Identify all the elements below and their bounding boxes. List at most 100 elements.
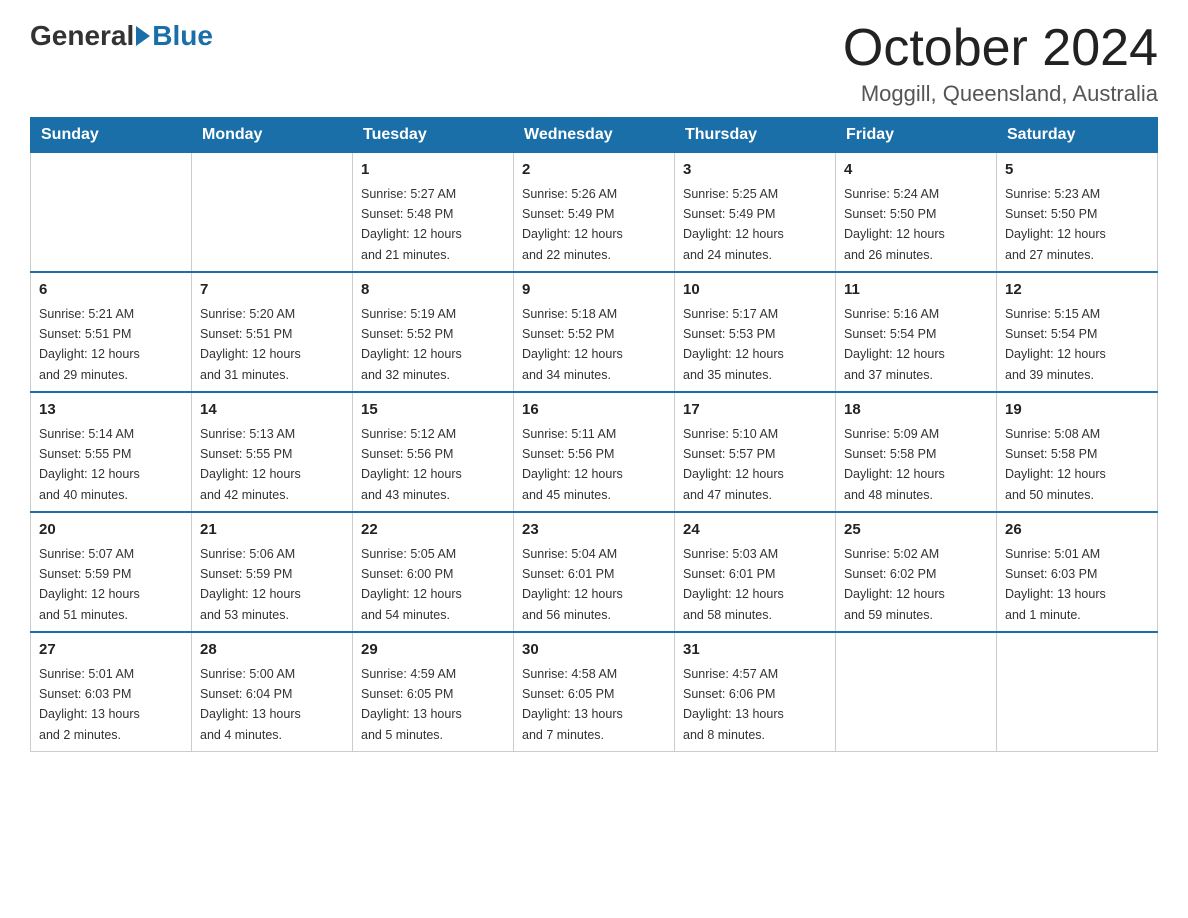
day-info: Sunrise: 5:03 AMSunset: 6:01 PMDaylight:…: [683, 547, 784, 622]
calendar-week-row: 1 Sunrise: 5:27 AMSunset: 5:48 PMDaylight…: [31, 153, 1158, 273]
day-number: 2: [522, 159, 666, 182]
calendar-cell: 6Sunrise: 5:21 AMSunset: 5:51 PMDaylight…: [31, 272, 192, 392]
day-info: Sunrise: 5:17 AMSunset: 5:53 PMDaylight:…: [683, 307, 784, 382]
calendar-cell: [31, 153, 192, 273]
day-info: Sunrise: 5:20 AMSunset: 5:51 PMDaylight:…: [200, 307, 301, 382]
calendar-cell: [997, 632, 1158, 752]
day-info: Sunrise: 4:57 AMSunset: 6:06 PMDaylight:…: [683, 667, 784, 742]
calendar-cell: 1 Sunrise: 5:27 AMSunset: 5:48 PMDaylight…: [353, 153, 514, 273]
day-number: 5: [1005, 159, 1149, 182]
day-info: Sunrise: 5:19 AMSunset: 5:52 PMDaylight:…: [361, 307, 462, 382]
calendar-cell: 16Sunrise: 5:11 AMSunset: 5:56 PMDayligh…: [514, 392, 675, 512]
day-number: 30: [522, 639, 666, 662]
day-number: 8: [361, 279, 505, 302]
day-number: 24: [683, 519, 827, 542]
logo-general-text: General: [30, 20, 134, 52]
calendar-cell: 2 Sunrise: 5:26 AMSunset: 5:49 PMDaylight…: [514, 153, 675, 273]
calendar-cell: 30 Sunrise: 4:58 AMSunset: 6:05 PMDayligh…: [514, 632, 675, 752]
calendar-header-thursday: Thursday: [675, 118, 836, 153]
calendar-header-sunday: Sunday: [31, 118, 192, 153]
day-number: 4: [844, 159, 988, 182]
day-info: Sunrise: 5:05 AMSunset: 6:00 PMDaylight:…: [361, 547, 462, 622]
calendar-cell: 20Sunrise: 5:07 AMSunset: 5:59 PMDayligh…: [31, 512, 192, 632]
day-info: Sunrise: 5:14 AMSunset: 5:55 PMDaylight:…: [39, 427, 140, 502]
day-info: Sunrise: 5:12 AMSunset: 5:56 PMDaylight:…: [361, 427, 462, 502]
calendar-cell: 9 Sunrise: 5:18 AMSunset: 5:52 PMDaylight…: [514, 272, 675, 392]
logo-blue-text: Blue: [152, 20, 213, 52]
calendar-cell: 29Sunrise: 4:59 AMSunset: 6:05 PMDayligh…: [353, 632, 514, 752]
calendar-week-row: 6Sunrise: 5:21 AMSunset: 5:51 PMDaylight…: [31, 272, 1158, 392]
day-info: Sunrise: 5:04 AMSunset: 6:01 PMDaylight:…: [522, 547, 623, 622]
day-number: 28: [200, 639, 344, 662]
day-number: 19: [1005, 399, 1149, 422]
calendar-week-row: 27 Sunrise: 5:01 AMSunset: 6:03 PMDayligh…: [31, 632, 1158, 752]
day-number: 27: [39, 639, 183, 662]
day-number: 25: [844, 519, 988, 542]
day-number: 23: [522, 519, 666, 542]
day-info: Sunrise: 5:24 AMSunset: 5:50 PMDaylight:…: [844, 187, 945, 262]
calendar-header-row: SundayMondayTuesdayWednesdayThursdayFrid…: [31, 118, 1158, 153]
calendar-cell: 7Sunrise: 5:20 AMSunset: 5:51 PMDaylight…: [192, 272, 353, 392]
day-info: Sunrise: 5:16 AMSunset: 5:54 PMDaylight:…: [844, 307, 945, 382]
calendar-header-monday: Monday: [192, 118, 353, 153]
day-number: 20: [39, 519, 183, 542]
day-number: 6: [39, 279, 183, 302]
calendar-cell: 15Sunrise: 5:12 AMSunset: 5:56 PMDayligh…: [353, 392, 514, 512]
calendar-cell: 8 Sunrise: 5:19 AMSunset: 5:52 PMDaylight…: [353, 272, 514, 392]
day-info: Sunrise: 5:13 AMSunset: 5:55 PMDaylight:…: [200, 427, 301, 502]
calendar-header-friday: Friday: [836, 118, 997, 153]
day-number: 9: [522, 279, 666, 302]
day-number: 13: [39, 399, 183, 422]
day-number: 22: [361, 519, 505, 542]
calendar-cell: 5 Sunrise: 5:23 AMSunset: 5:50 PMDaylight…: [997, 153, 1158, 273]
calendar-header-tuesday: Tuesday: [353, 118, 514, 153]
day-number: 26: [1005, 519, 1149, 542]
day-number: 11: [844, 279, 988, 302]
calendar-cell: 3Sunrise: 5:25 AMSunset: 5:49 PMDaylight…: [675, 153, 836, 273]
day-info: Sunrise: 5:11 AMSunset: 5:56 PMDaylight:…: [522, 427, 623, 502]
day-info: Sunrise: 5:10 AMSunset: 5:57 PMDaylight:…: [683, 427, 784, 502]
day-info: Sunrise: 4:59 AMSunset: 6:05 PMDaylight:…: [361, 667, 462, 742]
page-header: General Blue October 2024 Moggill, Queen…: [30, 20, 1158, 107]
calendar-cell: 23 Sunrise: 5:04 AMSunset: 6:01 PMDayligh…: [514, 512, 675, 632]
calendar-cell: 21 Sunrise: 5:06 AMSunset: 5:59 PMDayligh…: [192, 512, 353, 632]
day-number: 18: [844, 399, 988, 422]
day-number: 14: [200, 399, 344, 422]
calendar-cell: 22 Sunrise: 5:05 AMSunset: 6:00 PMDayligh…: [353, 512, 514, 632]
calendar-cell: [192, 153, 353, 273]
calendar-cell: [836, 632, 997, 752]
calendar-week-row: 20Sunrise: 5:07 AMSunset: 5:59 PMDayligh…: [31, 512, 1158, 632]
calendar-cell: 17 Sunrise: 5:10 AMSunset: 5:57 PMDayligh…: [675, 392, 836, 512]
day-info: Sunrise: 4:58 AMSunset: 6:05 PMDaylight:…: [522, 667, 623, 742]
day-number: 31: [683, 639, 827, 662]
location-label: Moggill, Queensland, Australia: [843, 81, 1158, 107]
day-info: Sunrise: 5:18 AMSunset: 5:52 PMDaylight:…: [522, 307, 623, 382]
calendar-cell: 27 Sunrise: 5:01 AMSunset: 6:03 PMDayligh…: [31, 632, 192, 752]
calendar-cell: 25 Sunrise: 5:02 AMSunset: 6:02 PMDayligh…: [836, 512, 997, 632]
day-info: Sunrise: 5:06 AMSunset: 5:59 PMDaylight:…: [200, 547, 301, 622]
day-info: Sunrise: 5:26 AMSunset: 5:49 PMDaylight:…: [522, 187, 623, 262]
calendar-cell: 10 Sunrise: 5:17 AMSunset: 5:53 PMDayligh…: [675, 272, 836, 392]
day-info: Sunrise: 5:02 AMSunset: 6:02 PMDaylight:…: [844, 547, 945, 622]
calendar-cell: 28Sunrise: 5:00 AMSunset: 6:04 PMDayligh…: [192, 632, 353, 752]
day-info: Sunrise: 5:01 AMSunset: 6:03 PMDaylight:…: [39, 667, 140, 742]
calendar-cell: 4 Sunrise: 5:24 AMSunset: 5:50 PMDaylight…: [836, 153, 997, 273]
calendar-cell: 19Sunrise: 5:08 AMSunset: 5:58 PMDayligh…: [997, 392, 1158, 512]
day-info: Sunrise: 5:01 AMSunset: 6:03 PMDaylight:…: [1005, 547, 1106, 622]
calendar-cell: 14 Sunrise: 5:13 AMSunset: 5:55 PMDayligh…: [192, 392, 353, 512]
day-number: 17: [683, 399, 827, 422]
day-info: Sunrise: 5:27 AMSunset: 5:48 PMDaylight:…: [361, 187, 462, 262]
logo-arrow-icon: [136, 26, 150, 46]
calendar-cell: 18Sunrise: 5:09 AMSunset: 5:58 PMDayligh…: [836, 392, 997, 512]
day-info: Sunrise: 5:23 AMSunset: 5:50 PMDaylight:…: [1005, 187, 1106, 262]
day-number: 3: [683, 159, 827, 182]
day-number: 10: [683, 279, 827, 302]
day-number: 1: [361, 159, 505, 182]
calendar-cell: 24 Sunrise: 5:03 AMSunset: 6:01 PMDayligh…: [675, 512, 836, 632]
calendar-cell: 11 Sunrise: 5:16 AMSunset: 5:54 PMDayligh…: [836, 272, 997, 392]
month-title: October 2024: [843, 20, 1158, 77]
calendar-week-row: 13 Sunrise: 5:14 AMSunset: 5:55 PMDayligh…: [31, 392, 1158, 512]
day-info: Sunrise: 5:15 AMSunset: 5:54 PMDaylight:…: [1005, 307, 1106, 382]
calendar-cell: 12Sunrise: 5:15 AMSunset: 5:54 PMDayligh…: [997, 272, 1158, 392]
day-number: 21: [200, 519, 344, 542]
